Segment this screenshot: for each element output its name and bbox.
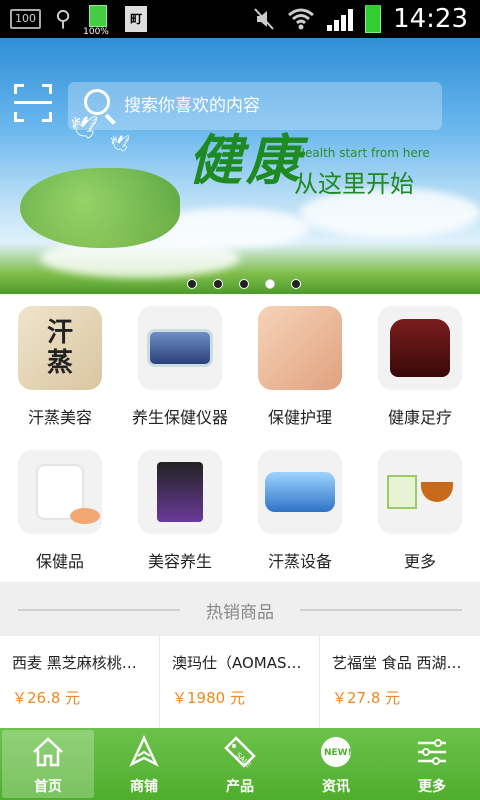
product-card[interactable]: 艺福堂 食品 西湖龙井 ￥27.8 元 (320, 636, 480, 728)
cell-signal-icon (327, 7, 354, 31)
category-label: 养生保健仪器 (131, 408, 228, 427)
product-price: ￥27.8 元 (332, 689, 401, 707)
search-bar[interactable] (68, 82, 442, 130)
hot-products-header: 热销商品 (0, 582, 480, 636)
category-label: 健康足疗 (387, 408, 452, 427)
bottom-nav: 首页 商铺 SALE 产品 NEW! 资讯 更多 (0, 728, 480, 800)
category-health-devices[interactable]: 养生保健仪器 (120, 294, 240, 438)
search-icon (84, 89, 118, 125)
banner-dot-active[interactable] (265, 279, 275, 289)
nav-label: 产品 (226, 779, 254, 795)
category-supplements[interactable]: 保健品 (0, 438, 120, 582)
status-bar: 100 ⚲ 100% 町 14:23 (0, 0, 480, 38)
banner-tagline-cn: 从这里开始 (294, 170, 414, 198)
category-label: 更多 (403, 552, 436, 571)
banner-pagination (0, 279, 480, 289)
category-image (378, 306, 462, 390)
leaf-key-decoration (20, 168, 180, 248)
nav-label: 资讯 (322, 779, 350, 795)
product-price: ￥26.8 元 (12, 689, 81, 707)
svg-text:NEW!: NEW! (324, 748, 352, 758)
product-name: 西麦 黑芝麻核桃粉600g (12, 654, 149, 672)
nav-label: 首页 (34, 779, 62, 795)
nav-label: 更多 (418, 779, 446, 795)
nav-more[interactable]: 更多 (384, 728, 480, 800)
product-card[interactable]: 西麦 黑芝麻核桃粉600g ￥26.8 元 (0, 636, 160, 728)
category-label: 保健护理 (267, 408, 332, 427)
category-grid: 汗 蒸 汗蒸美容 养生保健仪器 保健护理 健康足疗 保健品 美容养生 汗蒸设备 … (0, 294, 480, 582)
wifi-icon (288, 8, 315, 30)
nav-label: 商铺 (130, 779, 158, 795)
new-badge-icon: NEW! (321, 737, 352, 767)
category-sauna-beauty[interactable]: 汗 蒸 汗蒸美容 (0, 294, 120, 438)
product-price: ￥1980 元 (172, 689, 245, 707)
category-foot-therapy[interactable]: 健康足疗 (360, 294, 480, 438)
banner-dot[interactable] (291, 279, 301, 289)
category-image (138, 450, 222, 534)
category-beauty-wellness[interactable]: 美容养生 (120, 438, 240, 582)
category-label: 汗蒸设备 (267, 552, 332, 571)
category-image (138, 306, 222, 390)
product-name: 澳玛仕（AOMASHI） (172, 654, 309, 672)
store-icon (129, 735, 159, 767)
category-label: 美容养生 (147, 552, 212, 571)
nav-news[interactable]: NEW! 资讯 (288, 728, 384, 800)
banner-dot[interactable] (239, 279, 249, 289)
category-image (258, 450, 342, 534)
promo-banner[interactable]: 🕊 🕊 健康 Health start from here 从这里开始 (0, 38, 480, 294)
category-image (378, 450, 462, 534)
category-health-care[interactable]: 保健护理 (240, 294, 360, 438)
banner-dot[interactable] (187, 279, 197, 289)
mute-icon (254, 8, 274, 30)
category-label: 汗蒸美容 (27, 408, 92, 427)
home-icon (33, 737, 63, 767)
usb-icon: ⚲ (55, 6, 72, 32)
sale-tag-icon: SALE (224, 736, 256, 769)
scan-icon[interactable] (14, 84, 52, 122)
nav-home[interactable]: 首页 (2, 730, 94, 798)
category-sauna-equipment[interactable]: 汗蒸设备 (240, 438, 360, 582)
category-more[interactable]: 更多 (360, 438, 480, 582)
battery-notification-icon: 100% (83, 5, 111, 37)
clock: 14:23 (393, 4, 468, 34)
document-notification-icon: 町 (125, 6, 148, 32)
notification-box-icon: 100 (10, 9, 41, 29)
product-card[interactable]: 澳玛仕（AOMASHI） ￥1980 元 (160, 636, 320, 728)
product-name: 艺福堂 食品 西湖龙井 (332, 654, 470, 672)
nav-products[interactable]: SALE 产品 (192, 728, 288, 800)
category-image (18, 450, 102, 534)
battery-icon (365, 5, 382, 33)
dove-icon: 🕊 (110, 134, 131, 153)
hot-products-list: 西麦 黑芝麻核桃粉600g ￥26.8 元 澳玛仕（AOMASHI） ￥1980… (0, 636, 480, 728)
category-label: 保健品 (35, 552, 84, 571)
search-input[interactable] (124, 96, 424, 116)
section-title: 热销商品 (206, 603, 274, 623)
category-image: 汗 蒸 (18, 306, 102, 390)
category-image (258, 306, 342, 390)
sliders-icon (418, 739, 446, 765)
banner-dot[interactable] (213, 279, 223, 289)
nav-store[interactable]: 商铺 (96, 728, 192, 800)
banner-tagline-en: Health start from here (296, 146, 430, 160)
